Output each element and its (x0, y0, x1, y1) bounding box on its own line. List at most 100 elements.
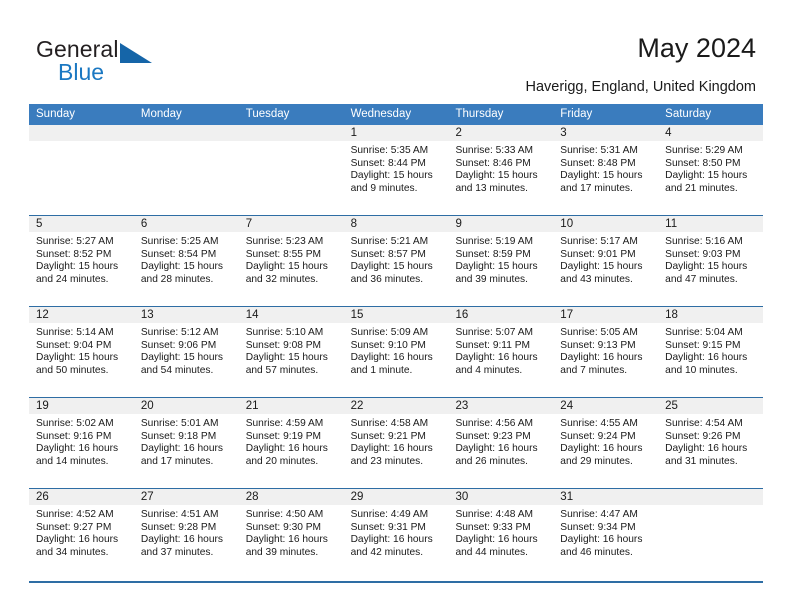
day-number: 24 (553, 398, 659, 414)
calendar-day-cell[interactable]: 21 Sunrise: 4:59 AM Sunset: 9:19 PM Dayligh… (238, 398, 344, 488)
day-number: 7 (238, 216, 344, 232)
daylight-text-line1: Daylight: 16 hours (140, 443, 223, 455)
calendar-day-cell[interactable]: 14 Sunrise: 5:10 AM Sunset: 9:08 PM Dayligh… (238, 307, 344, 397)
calendar-day-cell[interactable]: 31 Sunrise: 4:47 AM Sunset: 9:34 PM Dayligh… (553, 489, 659, 579)
calendar-day-cell[interactable]: 29 Sunrise: 4:49 AM Sunset: 9:31 PM Dayligh… (343, 489, 449, 579)
sunset-text: Sunset: 9:13 PM (560, 339, 636, 351)
sunrise-text: Sunrise: 4:47 AM (560, 509, 638, 520)
calendar-day-cell[interactable]: 16 Sunrise: 5:07 AM Sunset: 9:11 PM Dayligh… (448, 307, 554, 397)
calendar-day-cell[interactable]: 1 Sunrise: 5:35 AM Sunset: 8:44 PM Daylight… (343, 125, 449, 215)
page-title: May 2024 (637, 33, 756, 63)
daylight-text-line1: Daylight: 16 hours (140, 534, 223, 546)
calendar-day-cell[interactable]: 23 Sunrise: 4:56 AM Sunset: 9:23 PM Dayligh… (448, 398, 554, 488)
calendar-day-cell[interactable]: 30 Sunrise: 4:48 AM Sunset: 9:33 PM Dayligh… (448, 489, 554, 579)
sunset-text: Sunset: 8:44 PM (350, 157, 426, 169)
calendar-day-cell[interactable]: 5 Sunrise: 5:27 AM Sunset: 8:52 PM Daylight… (29, 216, 134, 306)
day-sun-info: Sunrise: 5:16 AM Sunset: 9:03 PM Daylight:… (658, 232, 763, 286)
day-sun-info: Sunrise: 5:07 AM Sunset: 9:11 PM Daylight:… (448, 323, 553, 377)
sunset-text: Sunset: 9:11 PM (455, 339, 530, 351)
daylight-text-line1: Daylight: 15 hours (36, 352, 119, 364)
daylight-text-line1: Daylight: 16 hours (560, 443, 643, 455)
calendar-day-cell[interactable]: 15 Sunrise: 5:09 AM Sunset: 9:10 PM Dayligh… (343, 307, 449, 397)
calendar-day-cell[interactable]: 26 Sunrise: 4:52 AM Sunset: 9:27 PM Dayligh… (29, 489, 134, 579)
day-sun-info: Sunrise: 4:51 AM Sunset: 9:28 PM Daylight:… (134, 505, 239, 559)
calendar-day-cell[interactable]: 3 Sunrise: 5:31 AM Sunset: 8:48 PM Daylight… (553, 125, 659, 215)
daylight-text-line1: Daylight: 16 hours (245, 534, 328, 546)
calendar-day-cell[interactable]: 18 Sunrise: 5:04 AM Sunset: 9:15 PM Dayligh… (658, 307, 764, 397)
daylight-text-line1: Daylight: 15 hours (350, 261, 433, 273)
day-number: 5 (29, 216, 134, 232)
day-sun-info: Sunrise: 4:58 AM Sunset: 9:21 PM Daylight:… (344, 414, 449, 468)
day-number: 31 (553, 489, 659, 505)
sunset-text: Sunset: 9:33 PM (455, 521, 531, 533)
calendar-day-cell[interactable]: 25 Sunrise: 4:54 AM Sunset: 9:26 PM Dayligh… (658, 398, 764, 488)
daylight-text-line1: Daylight: 16 hours (350, 534, 433, 546)
sunset-text: Sunset: 9:23 PM (455, 430, 531, 442)
daylight-text-line2: and 50 minutes. (36, 364, 109, 376)
calendar-day-cell[interactable]: 19 Sunrise: 5:02 AM Sunset: 9:16 PM Dayligh… (29, 398, 134, 488)
sunrise-text: Sunrise: 4:56 AM (455, 418, 534, 429)
day-number: 16 (448, 307, 554, 323)
sunrise-text: Sunrise: 4:50 AM (245, 509, 324, 520)
day-sun-info: Sunrise: 5:25 AM Sunset: 8:54 PM Daylight:… (134, 232, 239, 286)
sunrise-text: Sunrise: 5:05 AM (560, 327, 638, 338)
calendar-day-cell[interactable]: 2 Sunrise: 5:33 AM Sunset: 8:46 PM Daylight… (448, 125, 554, 215)
day-number: 25 (658, 398, 764, 414)
sunrise-text: Sunrise: 5:17 AM (560, 236, 638, 247)
sunset-text: Sunset: 9:03 PM (665, 248, 741, 260)
calendar-bottom-rule (29, 581, 763, 583)
sunset-text: Sunset: 9:19 PM (245, 430, 322, 442)
daylight-text-line1: Daylight: 16 hours (245, 443, 328, 455)
daylight-text-line1: Daylight: 16 hours (560, 352, 643, 364)
calendar-day-cell[interactable]: 4 Sunrise: 5:29 AM Sunset: 8:50 PM Daylight… (658, 125, 764, 215)
daylight-text-line2: and 34 minutes. (36, 546, 109, 558)
calendar-day-cell[interactable]: 11 Sunrise: 5:16 AM Sunset: 9:03 PM Dayligh… (658, 216, 764, 306)
calendar-day-cell-empty (238, 125, 344, 215)
sunset-text: Sunset: 9:34 PM (560, 521, 636, 533)
day-number (238, 125, 344, 141)
day-number: 26 (29, 489, 134, 505)
daylight-text-line1: Daylight: 15 hours (245, 352, 328, 364)
day-number: 17 (553, 307, 659, 323)
day-sun-info: Sunrise: 5:02 AM Sunset: 9:16 PM Daylight:… (29, 414, 134, 468)
calendar-day-cell[interactable]: 8 Sunrise: 5:21 AM Sunset: 8:57 PM Daylight… (343, 216, 449, 306)
calendar-day-cell[interactable]: 28 Sunrise: 4:50 AM Sunset: 9:30 PM Dayligh… (238, 489, 344, 579)
calendar-day-cell[interactable]: 24 Sunrise: 4:55 AM Sunset: 9:24 PM Dayligh… (553, 398, 659, 488)
day-number: 29 (343, 489, 449, 505)
daylight-text-line2: and 14 minutes. (36, 455, 109, 467)
daylight-text-line1: Daylight: 16 hours (36, 534, 119, 546)
daylight-text-line2: and 7 minutes. (560, 364, 628, 376)
sunrise-text: Sunrise: 5:31 AM (560, 145, 638, 156)
calendar-day-cell[interactable]: 12 Sunrise: 5:14 AM Sunset: 9:04 PM Dayligh… (29, 307, 134, 397)
daylight-text-line2: and 20 minutes. (245, 455, 319, 467)
sunset-text: Sunset: 9:21 PM (350, 430, 426, 442)
sunrise-text: Sunrise: 5:04 AM (665, 327, 743, 338)
calendar-day-cell[interactable]: 22 Sunrise: 4:58 AM Sunset: 9:21 PM Dayligh… (343, 398, 449, 488)
calendar-day-cell-empty (658, 489, 764, 579)
calendar-day-cell[interactable]: 10 Sunrise: 5:17 AM Sunset: 9:01 PM Dayligh… (553, 216, 659, 306)
general-blue-logo[interactable]: General Blue (36, 36, 166, 86)
day-number: 6 (133, 216, 239, 232)
day-number: 27 (133, 489, 239, 505)
day-number: 1 (343, 125, 449, 141)
daylight-text-line1: Daylight: 15 hours (140, 352, 223, 364)
calendar-day-cell[interactable]: 27 Sunrise: 4:51 AM Sunset: 9:28 PM Dayligh… (133, 489, 239, 579)
calendar-day-cell[interactable]: 7 Sunrise: 5:23 AM Sunset: 8:55 PM Daylight… (238, 216, 344, 306)
sunrise-text: Sunrise: 5:27 AM (36, 236, 114, 247)
sunset-text: Sunset: 9:26 PM (665, 430, 741, 442)
day-number: 3 (553, 125, 659, 141)
day-number: 20 (133, 398, 239, 414)
day-sun-info: Sunrise: 5:17 AM Sunset: 9:01 PM Daylight:… (553, 232, 658, 286)
day-sun-info: Sunrise: 5:19 AM Sunset: 8:59 PM Daylight:… (448, 232, 553, 286)
calendar-day-cell[interactable]: 9 Sunrise: 5:19 AM Sunset: 8:59 PM Daylight… (448, 216, 554, 306)
calendar-day-cell[interactable]: 17 Sunrise: 5:05 AM Sunset: 9:13 PM Dayligh… (553, 307, 659, 397)
dow-header-saturday: Saturday (665, 108, 712, 120)
daylight-text-line2: and 17 minutes. (560, 182, 633, 194)
calendar-day-cell[interactable]: 20 Sunrise: 5:01 AM Sunset: 9:18 PM Dayligh… (133, 398, 239, 488)
calendar-day-cell[interactable]: 6 Sunrise: 5:25 AM Sunset: 8:54 PM Daylight… (133, 216, 239, 306)
day-sun-info: Sunrise: 5:29 AM Sunset: 8:50 PM Daylight:… (658, 141, 763, 195)
daylight-text-line2: and 37 minutes. (140, 546, 214, 558)
sunrise-text: Sunrise: 5:21 AM (350, 236, 429, 247)
calendar-day-cell[interactable]: 13 Sunrise: 5:12 AM Sunset: 9:06 PM Dayligh… (133, 307, 239, 397)
sunrise-text: Sunrise: 5:09 AM (350, 327, 429, 338)
